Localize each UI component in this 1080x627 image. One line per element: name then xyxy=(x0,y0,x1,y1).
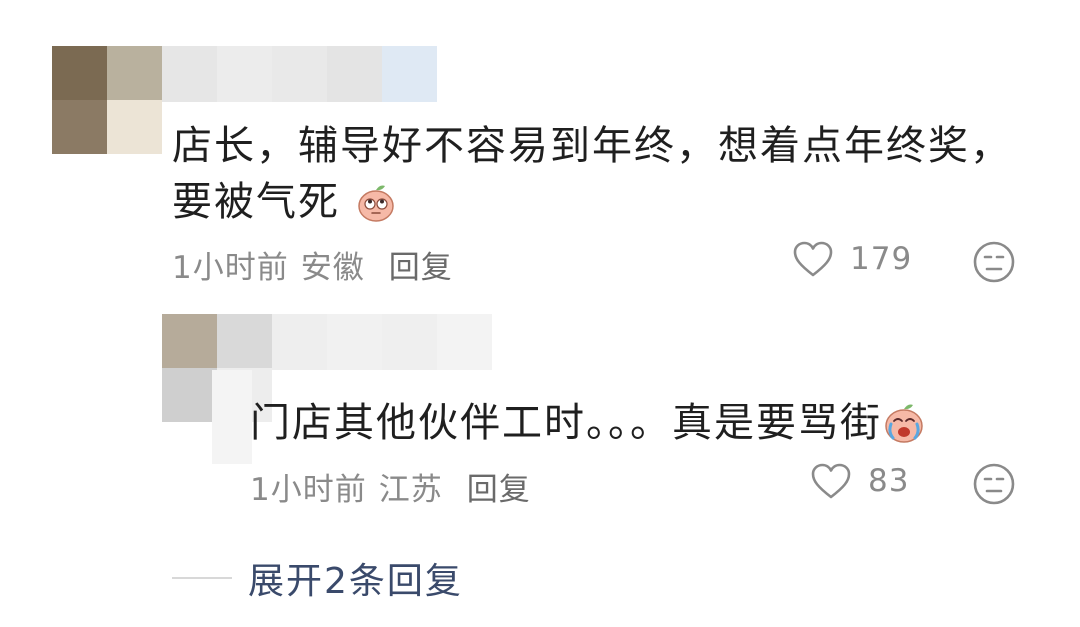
heart-icon xyxy=(793,241,833,277)
comment-time: 1小时前 xyxy=(172,250,289,286)
username-blurred[interactable] xyxy=(162,46,457,102)
username-blurred-2 xyxy=(212,370,252,464)
avatar[interactable] xyxy=(52,46,162,154)
comment-meta: 1小时前 安徽 回复 xyxy=(172,242,453,287)
heart-icon xyxy=(811,463,851,499)
like-count: 179 xyxy=(850,241,913,277)
username-blurred[interactable] xyxy=(272,314,492,370)
comment-time: 1小时前 xyxy=(250,472,367,508)
expand-replies-button[interactable]: 展开2条回复 xyxy=(172,552,463,604)
dislike-face-icon[interactable] xyxy=(972,462,1016,506)
comment-text-content: 门店其他伙伴工时。。。真是要骂街 xyxy=(250,400,882,446)
like-button[interactable]: 179 xyxy=(792,240,912,278)
comment-text: 门店其他伙伴工时。。。真是要骂街 xyxy=(250,395,926,459)
like-button[interactable]: 83 xyxy=(810,462,909,500)
peach-crying-emoji xyxy=(882,400,926,459)
reply-button[interactable]: 回复 xyxy=(467,472,531,508)
comment-text: 店长，辅导好不容易到年终，想着点年终奖，要被气死 xyxy=(172,118,1032,238)
peach-rolling-eyes-emoji xyxy=(355,181,397,238)
comment-location: 江苏 xyxy=(378,472,443,508)
reply-button[interactable]: 回复 xyxy=(389,250,453,286)
comment-location: 安徽 xyxy=(300,250,365,286)
dislike-face-icon[interactable] xyxy=(972,240,1016,284)
comment-text-content: 店长，辅导好不容易到年终，想着点年终奖，要被气死 xyxy=(172,123,1012,225)
divider xyxy=(172,577,232,579)
expand-replies-label[interactable]: 展开2条回复 xyxy=(248,552,463,604)
comment-meta: 1小时前 江苏 回复 xyxy=(250,464,531,509)
like-count: 83 xyxy=(868,463,910,499)
